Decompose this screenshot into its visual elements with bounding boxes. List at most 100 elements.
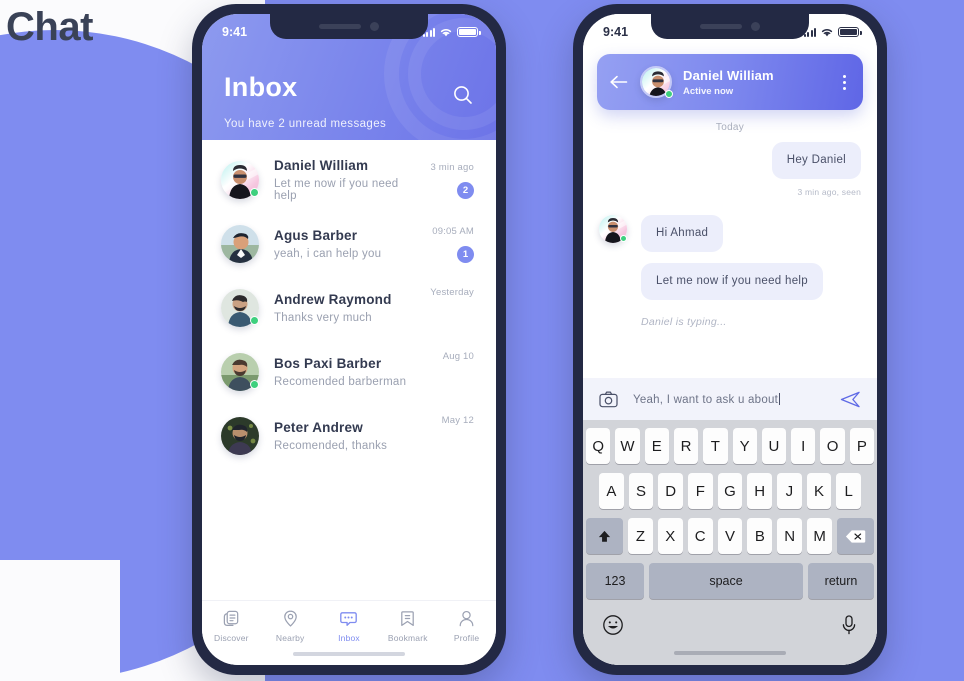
back-arrow-icon[interactable] xyxy=(610,75,628,89)
backspace-icon[interactable] xyxy=(837,518,875,554)
keyboard-row-4: 123 space return xyxy=(586,563,874,599)
chat-list[interactable]: Daniel William Let me now if you need he… xyxy=(202,140,496,600)
chat-item-time: 3 min ago xyxy=(430,161,474,173)
avatar-wrap xyxy=(221,417,259,455)
chat-list-item[interactable]: Agus Barber yeah, i can help you 09:05 A… xyxy=(202,212,496,276)
chat-item-name: Peter Andrew xyxy=(274,420,363,435)
search-icon[interactable] xyxy=(452,84,474,106)
chat-list-item[interactable]: Peter Andrew Recomended, thanks May 12 xyxy=(202,404,496,468)
sidebar-item-profile[interactable]: Profile xyxy=(439,609,495,643)
key-o[interactable]: O xyxy=(820,428,845,464)
speaker-grille-icon xyxy=(319,24,361,29)
space-key[interactable]: space xyxy=(649,563,803,599)
avatar-wrap xyxy=(599,214,627,243)
status-time: 9:41 xyxy=(603,25,629,39)
tab-label: Profile xyxy=(453,633,480,643)
phone-notch xyxy=(270,14,428,39)
chat-item-message: Thanks very much xyxy=(274,312,372,324)
sidebar-item-inbox[interactable]: Inbox xyxy=(321,609,377,643)
sidebar-item-nearby[interactable]: Nearby xyxy=(262,609,318,643)
on-screen-keyboard[interactable]: Q W E R T Y U I O P A S D F G H J K L Z … xyxy=(583,420,877,665)
kebab-menu-icon[interactable] xyxy=(839,71,850,94)
chat-list-item[interactable]: Andrew Raymond Thanks very much Yesterda… xyxy=(202,276,496,340)
key-b[interactable]: B xyxy=(747,518,773,554)
key-y[interactable]: Y xyxy=(732,428,757,464)
home-indicator xyxy=(293,652,405,656)
background-corner-white xyxy=(0,560,120,681)
send-icon[interactable] xyxy=(840,390,861,409)
front-camera-icon xyxy=(370,22,379,31)
key-a[interactable]: A xyxy=(598,473,624,509)
key-m[interactable]: M xyxy=(807,518,833,554)
return-key[interactable]: return xyxy=(808,563,874,599)
avatar xyxy=(221,417,259,455)
key-v[interactable]: V xyxy=(717,518,743,554)
unread-badge: 2 xyxy=(457,181,474,199)
key-r[interactable]: R xyxy=(673,428,699,464)
key-j[interactable]: J xyxy=(777,473,802,509)
chat-item-message: Recomended barberman xyxy=(274,376,407,388)
chat-list-item[interactable]: Daniel William Let me now if you need he… xyxy=(202,148,496,212)
key-t[interactable]: T xyxy=(703,428,728,464)
key-z[interactable]: Z xyxy=(628,518,653,554)
key-g[interactable]: G xyxy=(717,473,743,509)
chat-screen: Daniel William Active now Today Hey Dani… xyxy=(583,14,877,665)
chat-item-time: May 12 xyxy=(441,415,474,426)
chat-item-text: Bos Paxi Barber Recomended barberman xyxy=(259,356,412,388)
chat-item-message: Recomended, thanks xyxy=(274,440,388,452)
key-l[interactable]: L xyxy=(836,473,862,509)
tab-label: Discover xyxy=(214,633,249,643)
key-q[interactable]: Q xyxy=(586,428,611,464)
sidebar-item-discover[interactable]: Discover xyxy=(203,609,259,643)
key-e[interactable]: E xyxy=(644,428,669,464)
chat-list-item[interactable]: Bos Paxi Barber Recomended barberman Aug… xyxy=(202,340,496,404)
key-w[interactable]: W xyxy=(615,428,640,464)
microphone-icon[interactable] xyxy=(840,614,858,636)
avatar xyxy=(221,225,259,263)
bottom-navigation: Discover Nearby Inbox Bookmark Profile xyxy=(202,600,496,665)
status-time: 9:41 xyxy=(222,25,248,39)
avatar-wrap xyxy=(221,289,259,327)
avatar-wrap xyxy=(221,353,259,391)
key-p[interactable]: P xyxy=(849,428,874,464)
tab-label: Nearby xyxy=(275,633,305,643)
inbox-title: Inbox xyxy=(224,72,298,102)
camera-icon[interactable] xyxy=(599,391,618,408)
key-u[interactable]: U xyxy=(761,428,787,464)
keyboard-row-3: Z X C V B N M xyxy=(586,518,875,554)
discover-icon xyxy=(223,610,239,626)
key-x[interactable]: X xyxy=(657,518,683,554)
chat-item-meta: Yesterday xyxy=(412,287,474,329)
online-status-dot xyxy=(665,90,673,98)
sidebar-item-bookmark[interactable]: Bookmark xyxy=(380,609,436,643)
key-d[interactable]: D xyxy=(658,473,683,509)
chat-item-time: 09:05 AM xyxy=(432,225,474,237)
message-meta: 3 min ago, seen xyxy=(797,186,861,197)
chat-item-meta: 09:05 AM 1 xyxy=(412,226,474,263)
key-s[interactable]: S xyxy=(628,473,654,509)
unread-badge: 1 xyxy=(457,245,474,263)
emoji-icon[interactable] xyxy=(602,614,624,636)
message-bubble: Hi Ahmad xyxy=(641,214,724,252)
shift-icon[interactable] xyxy=(586,518,623,554)
chat-item-meta: 3 min ago 2 xyxy=(412,162,474,199)
chat-item-time: Aug 10 xyxy=(442,351,474,362)
conversation-screen: 9:41 Daniel William Active now Today Hey… xyxy=(583,14,877,665)
bookmark-icon xyxy=(401,611,415,626)
key-k[interactable]: K xyxy=(806,473,832,509)
key-i[interactable]: I xyxy=(791,428,816,464)
chat-item-text: Andrew Raymond Thanks very much xyxy=(259,292,412,324)
online-status-dot xyxy=(250,380,259,389)
message-input[interactable]: Yeah, I want to ask u about xyxy=(618,392,840,406)
key-c[interactable]: C xyxy=(687,518,713,554)
inbox-screen: 9:41 Inbox You have 2 unread messages Da… xyxy=(202,14,496,665)
key-n[interactable]: N xyxy=(777,518,803,554)
tab-label: Inbox xyxy=(338,633,360,643)
wifi-icon xyxy=(821,28,833,36)
message-input-bar[interactable]: Yeah, I want to ask u about xyxy=(583,378,877,420)
home-indicator xyxy=(674,651,786,655)
chat-item-text: Agus Barber yeah, i can help you xyxy=(259,228,412,260)
key-h[interactable]: H xyxy=(747,473,773,509)
numbers-key[interactable]: 123 xyxy=(586,563,644,599)
key-f[interactable]: F xyxy=(688,473,713,509)
